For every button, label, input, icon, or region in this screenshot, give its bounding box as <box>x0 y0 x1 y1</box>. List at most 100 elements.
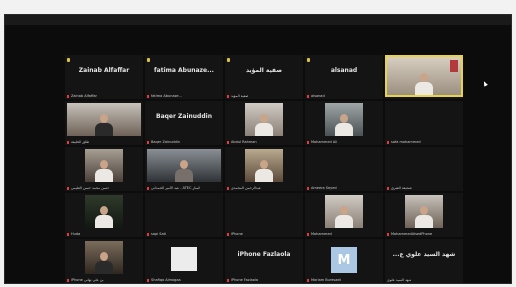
participant-tile[interactable]: Huda <box>65 193 143 237</box>
muted-mic-icon <box>147 279 149 282</box>
participant-tile[interactable]: iPhone بن علي تهاني <box>65 239 143 283</box>
muted-mic-icon <box>227 233 229 236</box>
participant-video <box>245 149 283 182</box>
participant-label: حسن محمد حسن العليمي <box>71 186 110 190</box>
participant-video <box>85 149 123 182</box>
muted-mic-icon <box>147 187 149 190</box>
muted-mic-icon <box>147 141 149 144</box>
participant-name: alsanad <box>330 67 358 74</box>
participant-tile[interactable]: Zainab Alfaffar Zainab Alfaffar <box>65 55 143 99</box>
participant-label: Mariam Buresaeli <box>311 278 342 282</box>
mouse-cursor-icon <box>482 80 488 87</box>
participant-label: Mohammed <box>311 232 332 236</box>
muted-mic-icon <box>387 141 389 144</box>
muted-mic-icon <box>227 187 229 190</box>
participant-tile[interactable]: Mohammed <box>305 193 383 237</box>
participant-label: Ameera Seyed <box>311 186 337 190</box>
participant-tile[interactable]: Baqer Zainuddin Baqer Zainuddin <box>145 101 223 145</box>
participant-figure <box>95 114 113 136</box>
muted-mic-icon <box>227 279 229 282</box>
participant-name: fatima Abunaze... <box>154 67 214 74</box>
participant-tile[interactable]: حسن محمد حسن العليمي <box>65 147 143 191</box>
participant-label: Mohammed Ali <box>311 140 338 144</box>
participant-label: sapi Sati <box>151 232 166 236</box>
participant-tile[interactable]: iPhone Fazlaola iPhone Fazlaola <box>225 239 303 283</box>
participant-video <box>85 241 123 274</box>
participant-label: Shafiqa Almogaa <box>151 278 181 282</box>
participant-video <box>85 195 123 228</box>
participant-tile[interactable]: Mohammed Ali <box>305 101 383 145</box>
muted-mic-icon <box>307 95 309 98</box>
participant-tile[interactable]: iPhone <box>225 193 303 237</box>
participant-name: iPhone Fazlaola <box>237 251 291 258</box>
participant-tile[interactable]: ...شهد السيد علوي ع شهد السيد علوي <box>385 239 463 283</box>
active-speaker-tile[interactable] <box>385 55 463 99</box>
participant-name: ...شهد السيد علوي ع <box>392 251 456 258</box>
participant-label: fatima Abunaze... <box>151 94 182 98</box>
window-top-bar <box>5 15 511 25</box>
participant-tile[interactable]: MohammedAlsedPhone <box>385 193 463 237</box>
muted-mic-icon <box>307 141 309 144</box>
participant-label: طلق الخليفة <box>71 140 90 144</box>
participant-label: iPhone بن علي تهاني <box>71 278 104 282</box>
participant-figure <box>95 160 113 182</box>
muted-mic-icon <box>147 233 149 236</box>
participant-label: شهد السيد علوي <box>387 278 412 282</box>
participant-label: صحيفة الشرق <box>391 186 412 190</box>
participant-tile[interactable]: طلق الخليفة <box>65 101 143 145</box>
participant-label: MohammedAlsedPhone <box>391 232 433 236</box>
participant-tile[interactable]: alsanad alsanad <box>305 55 383 99</box>
camera-off-placeholder <box>171 247 197 271</box>
participant-label: عبدالرحمن المحمدي <box>231 186 261 190</box>
participant-video <box>245 103 283 136</box>
participant-tile[interactable]: عبد الأمير الحمداني - ATEC المنار <box>145 147 223 191</box>
participant-label: Abdul Rahman <box>231 140 257 144</box>
muted-mic-icon <box>67 279 69 282</box>
muted-mic-icon <box>307 279 309 282</box>
participant-name: صفية المؤيد <box>245 67 283 74</box>
participant-tile[interactable]: M Mariam Buresaeli <box>305 239 383 283</box>
muted-mic-icon <box>67 187 69 190</box>
participant-video <box>325 195 363 228</box>
muted-mic-icon <box>227 95 229 98</box>
muted-mic-icon <box>147 95 149 98</box>
participant-tile[interactable]: عبدالرحمن المحمدي <box>225 147 303 191</box>
active-speaker-video <box>385 55 463 97</box>
participant-tile[interactable]: صحيفة الشرق <box>385 147 463 191</box>
avatar: M <box>331 247 357 273</box>
participant-tile[interactable]: Shafiqa Almogaa <box>145 239 223 283</box>
muted-mic-icon <box>227 141 229 144</box>
participant-label: عبد الأمير الحمداني - ATEC المنار <box>151 186 201 190</box>
participant-video <box>325 103 363 136</box>
participant-tile[interactable]: صفية المؤيد صفية المؤيد <box>225 55 303 99</box>
participant-figure <box>335 206 353 228</box>
muted-mic-icon <box>387 187 389 190</box>
participant-figure <box>415 206 433 228</box>
participant-label: alsanad <box>311 94 325 98</box>
participant-figure <box>255 160 273 182</box>
participant-figure <box>95 206 113 228</box>
participant-figure <box>255 114 273 136</box>
participant-figure <box>335 114 353 136</box>
participant-tile[interactable]: Abdul Rahman <box>225 101 303 145</box>
participant-name: Baqer Zainuddin <box>156 113 212 120</box>
video-conference-screen: Zainab Alfaffar Zainab Alfaffar fatima A… <box>4 14 512 284</box>
participant-label: Baqer Zainuddin <box>151 140 181 144</box>
participant-tile[interactable]: Ameera Seyed <box>305 147 383 191</box>
participant-video <box>405 195 443 228</box>
speaker-figure <box>415 73 433 95</box>
participant-tile[interactable]: fatima Abunaze... fatima Abunaze... <box>145 55 223 99</box>
participant-label: صفية المؤيد <box>231 94 249 98</box>
mic-icon <box>307 58 310 62</box>
participant-video <box>147 149 221 182</box>
participant-label: safa mohammed <box>391 140 421 144</box>
participant-tile[interactable]: safa mohammed <box>385 101 463 145</box>
mic-icon <box>67 58 70 62</box>
participant-label: iPhone <box>231 232 243 236</box>
muted-mic-icon <box>307 187 309 190</box>
mic-icon <box>227 58 230 62</box>
mic-icon <box>147 58 150 62</box>
participant-tile[interactable]: sapi Sati <box>145 193 223 237</box>
muted-mic-icon <box>67 141 69 144</box>
participant-label: Huda <box>71 232 81 236</box>
